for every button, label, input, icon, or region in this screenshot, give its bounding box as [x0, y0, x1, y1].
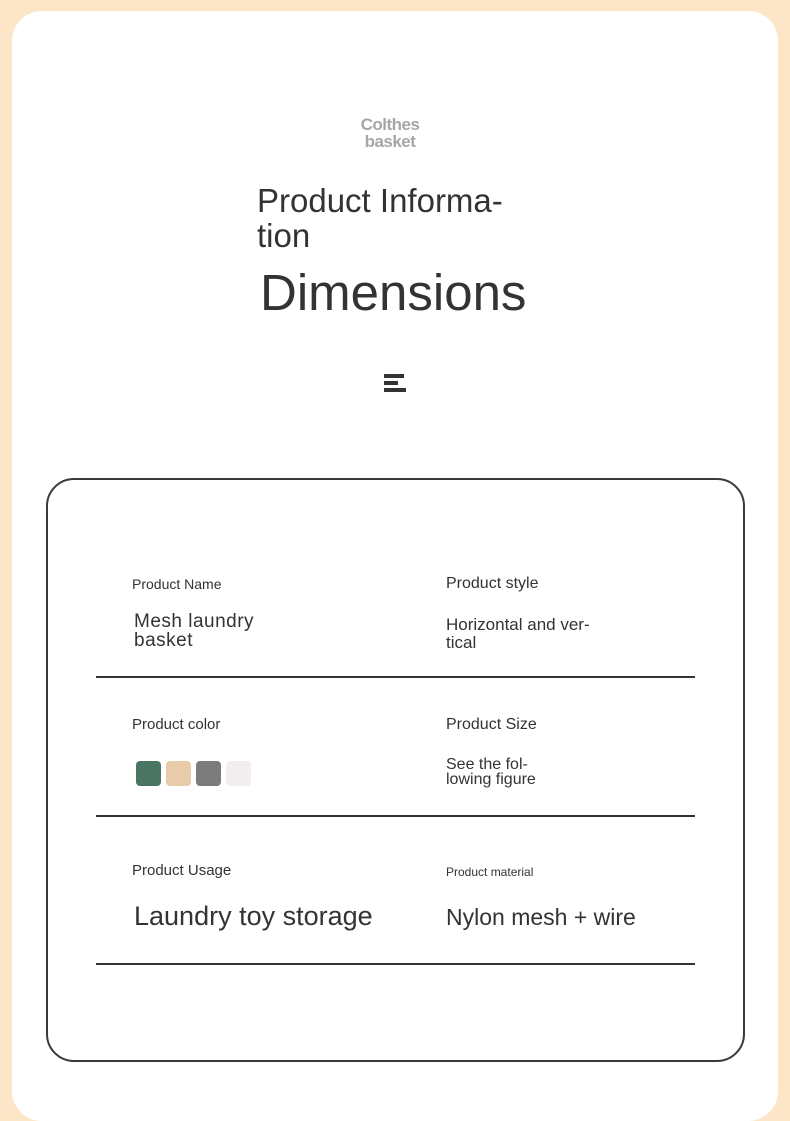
product-size-value-line-2: lowing figure — [446, 771, 536, 788]
color-swatch — [136, 761, 161, 786]
product-usage-label: Product Usage — [132, 862, 232, 879]
product-name-value-line-1: Mesh laundry — [134, 611, 255, 632]
row-divider — [96, 963, 695, 965]
product-style-value-line-2: tical — [446, 633, 477, 652]
product-usage-value: Laundry toy storage — [134, 901, 373, 931]
section-title-line-2: tion — [257, 217, 311, 254]
product-style-value-line-1: Horizontal and ver- — [446, 615, 590, 634]
product-size-value: See the fol- lowing figure — [446, 756, 536, 788]
section-subtitle: Dimensions — [260, 264, 527, 321]
brand-logo: Colthes basket — [340, 116, 440, 150]
brand-line-2: basket — [364, 132, 416, 151]
menu-icon — [384, 374, 406, 392]
color-swatch — [166, 761, 191, 786]
brand-line-1: Colthes — [360, 115, 420, 134]
product-material-value: Nylon mesh + wire — [446, 904, 636, 930]
row-divider — [96, 676, 695, 678]
product-style-label: Product style — [446, 575, 539, 592]
product-color-label: Product color — [132, 716, 221, 733]
product-name-value: Mesh laundry basket — [134, 612, 254, 650]
product-name-value-line-2: basket — [134, 630, 193, 651]
row-divider — [96, 815, 695, 817]
section-title: Product Informa- tion — [257, 183, 537, 253]
product-size-value-line-1: See the fol- — [446, 756, 528, 773]
product-material-label: Product material — [446, 865, 534, 879]
color-swatches — [136, 761, 256, 786]
product-name-label: Product Name — [132, 576, 222, 592]
product-size-label: Product Size — [446, 716, 537, 733]
color-swatch — [226, 761, 251, 786]
color-swatch — [196, 761, 221, 786]
section-title-line-1: Product Informa- — [257, 182, 503, 219]
product-style-value: Horizontal and ver- tical — [446, 616, 590, 652]
